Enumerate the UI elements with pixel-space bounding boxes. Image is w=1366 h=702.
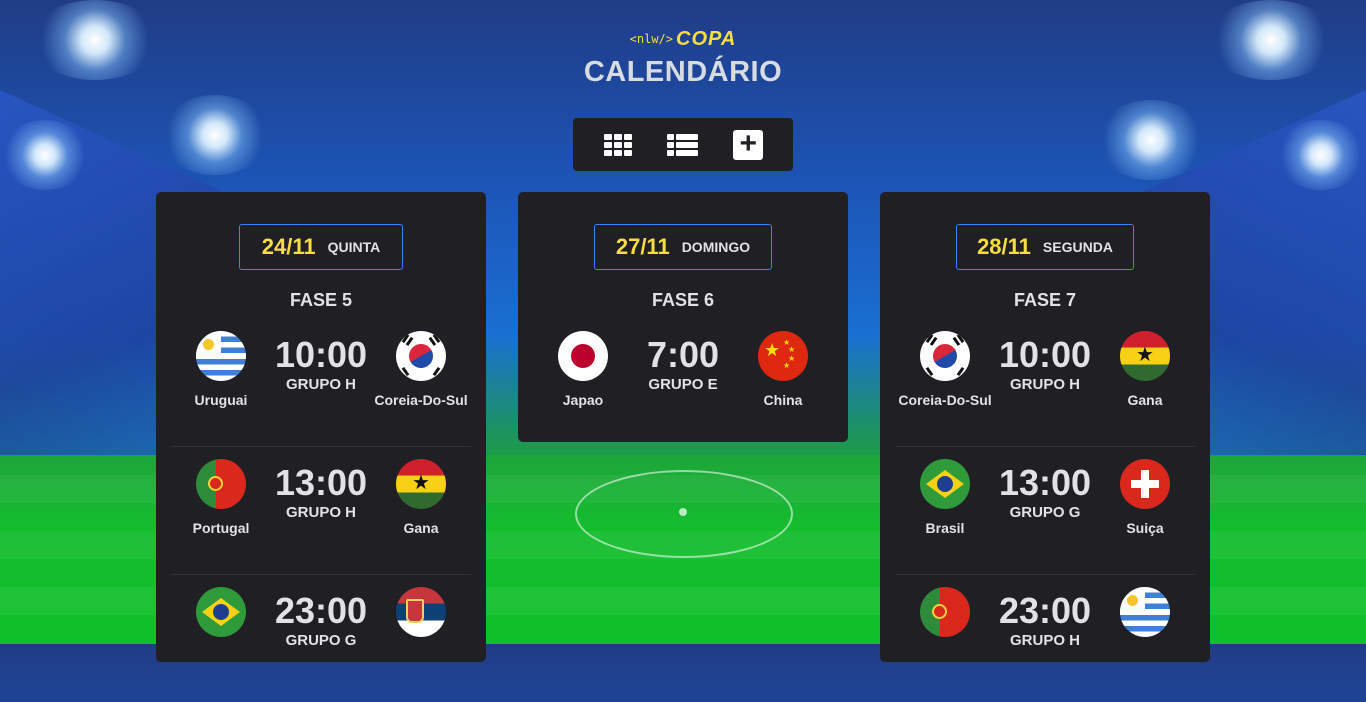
team-name: Gana: [1127, 392, 1163, 408]
match-row: Brasil 13:00 GRUPO G Suiça: [895, 447, 1195, 575]
team-name: Gana: [403, 520, 439, 536]
date-box: 28/11 SEGUNDA: [956, 224, 1134, 270]
team-name: Suiça: [1126, 520, 1164, 536]
away-team: [1095, 587, 1195, 648]
match-row: 23:00 GRUPO H: [895, 575, 1195, 702]
page-header: <nlw/> COPA CALENDÁRIO: [0, 28, 1366, 89]
match-row: Japao 7:00 GRUPO E ★ ★ ★ ★ ★ China: [533, 319, 833, 446]
list-icon: [667, 133, 699, 156]
away-team: ★ ★ ★ ★ ★ China: [733, 331, 833, 408]
ghana-flag-icon: ★: [396, 459, 446, 509]
switzerland-flag-icon: [1120, 459, 1170, 509]
away-team: ★ Gana: [1095, 331, 1195, 408]
team-name: Coreia-Do-Sul: [374, 392, 468, 408]
logo-tag: <nlw/>: [629, 32, 674, 46]
team-name: Coreia-Do-Sul: [898, 392, 992, 408]
team-name: Uruguai: [194, 392, 248, 408]
away-team: ★ Gana: [371, 459, 471, 536]
day-card: 28/11 SEGUNDA FASE 7 Coreia-Do-Sul 10:00…: [880, 192, 1210, 662]
day-card: 27/11 DOMINGO FASE 6 Japao 7:00 GRUPO E …: [518, 192, 848, 442]
china-flag-icon: ★ ★ ★ ★ ★: [758, 331, 808, 381]
away-team: Coreia-Do-Sul: [371, 331, 471, 408]
phase-title: FASE 5: [289, 290, 353, 310]
ghana-flag-icon: ★: [1120, 331, 1170, 381]
team-name: Portugal: [192, 520, 250, 536]
away-team: [371, 587, 471, 648]
team-name: Japao: [562, 392, 604, 408]
weekday: DOMINGO: [681, 239, 751, 255]
phase-title: FASE 6: [651, 290, 715, 310]
match-row: 23:00 GRUPO G: [171, 575, 471, 702]
team-name: Brasil: [925, 520, 965, 536]
logo-copa: COPA: [676, 28, 737, 50]
plus-icon: +: [733, 128, 764, 160]
date: 24/11: [261, 234, 316, 259]
team-name: China: [763, 392, 803, 408]
south-korea-flag-icon: [396, 331, 446, 381]
day-card: 24/11 QUINTA FASE 5 Uruguai 10:00 GRUPO …: [156, 192, 486, 662]
grid-view-button[interactable]: [601, 128, 635, 162]
uruguay-flag-icon: [1120, 587, 1170, 637]
weekday: SEGUNDA: [1042, 239, 1113, 255]
date-box: 27/11 DOMINGO: [594, 224, 772, 270]
grid-icon: [603, 133, 632, 156]
list-view-button[interactable]: [666, 128, 700, 162]
match-row: Coreia-Do-Sul 10:00 GRUPO H ★ Gana: [895, 319, 1195, 447]
weekday: QUINTA: [327, 239, 381, 255]
away-team: Suiça: [1095, 459, 1195, 536]
date-box: 24/11 QUINTA: [239, 224, 403, 270]
nlw-copa-logo: <nlw/> COPA: [0, 28, 1366, 50]
add-button[interactable]: +: [731, 128, 765, 162]
date: 28/11: [977, 234, 1031, 259]
date: 27/11: [615, 234, 670, 259]
match-row: Uruguai 10:00 GRUPO H Coreia-Do-Sul: [171, 319, 471, 447]
match-row: Portugal 13:00 GRUPO H ★ Gana: [171, 447, 471, 575]
serbia-flag-icon: [396, 587, 446, 637]
view-toolbar: +: [573, 118, 793, 171]
phase-title: FASE 7: [1013, 290, 1077, 310]
page-title: CALENDÁRIO: [583, 56, 783, 88]
